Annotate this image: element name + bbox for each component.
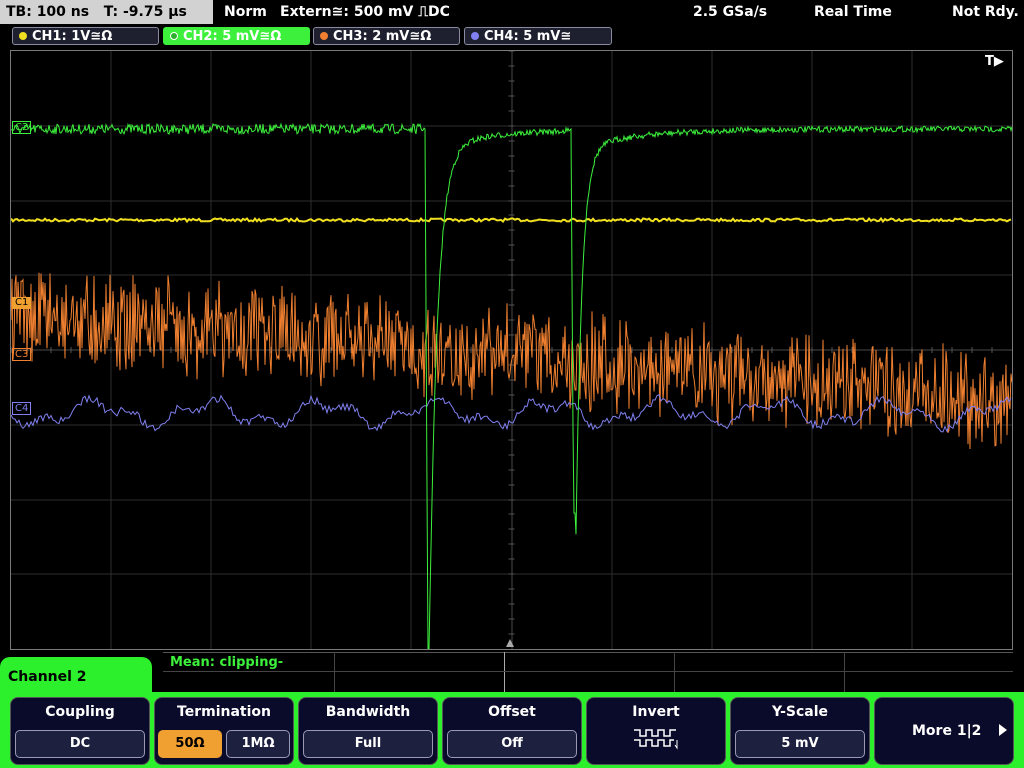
termination-1mohm-option[interactable]: 1MΩ [226, 730, 290, 758]
trigger-time-readout: T: -9.75 µs [103, 4, 187, 20]
ch2-offset-marker[interactable]: C2 [12, 121, 32, 134]
measurement-bar [163, 652, 1013, 693]
waveform-display[interactable]: C2 C1 C3 C4 T▶ [10, 50, 1013, 650]
meas-divider [674, 652, 675, 692]
trigger-mode[interactable]: Norm [224, 0, 267, 24]
channel-tab-ch4[interactable]: CH4: 5 mV≅ [464, 27, 612, 45]
yscale-title: Y-Scale [771, 704, 828, 720]
arrow-right-icon [999, 724, 1007, 736]
trigger-source[interactable]: Extern≅: 500 mV ⎍DC [280, 0, 450, 24]
sample-rate: 2.5 GSa/s [693, 4, 768, 20]
offset-value[interactable]: Off [447, 730, 577, 758]
coupling-value[interactable]: DC [15, 730, 145, 758]
ch1-offset-marker[interactable]: C1 [12, 297, 32, 309]
timebase-box[interactable]: TB: 100 ns T: -9.75 µs [0, 0, 213, 24]
trigger-position-marker: T▶ [985, 54, 1004, 69]
meas-divider [163, 671, 1013, 672]
ch1-dot-icon [19, 32, 27, 40]
termination-50ohm-option[interactable]: 50Ω [158, 730, 222, 758]
trigger-arrow-icon [506, 639, 514, 647]
ch3-offset-marker[interactable]: C3 [12, 348, 32, 361]
menu-title: Channel 2 [8, 669, 87, 685]
invert-title: Invert [632, 704, 680, 720]
channel-tab-ch3[interactable]: CH3: 2 mV≅Ω [313, 27, 460, 45]
more-label: More 1|2 [912, 723, 982, 739]
yscale-value[interactable]: 5 mV [735, 730, 865, 758]
measurement-readout: Mean: clipping- [170, 655, 284, 670]
offset-title: Offset [488, 704, 536, 720]
meas-divider [334, 652, 335, 692]
channel-tab-ch1[interactable]: CH1: 1V≅Ω [12, 27, 159, 45]
ch4-dot-icon [471, 32, 479, 40]
meas-divider [844, 652, 845, 692]
bandwidth-value[interactable]: Full [303, 730, 433, 758]
ch1-waveform [11, 216, 1012, 224]
termination-title: Termination [177, 704, 271, 720]
ch4-offset-marker[interactable]: C4 [12, 402, 32, 415]
acquisition-status: Not Rdy. [952, 4, 1019, 20]
coupling-title: Coupling [45, 704, 115, 720]
timebase-readout: TB: 100 ns [6, 4, 90, 20]
channel-tab-ch2[interactable]: CH2: 5 mV≅Ω [163, 27, 310, 45]
acquisition-mode: Real Time [814, 4, 892, 20]
bandwidth-title: Bandwidth [325, 704, 411, 720]
ch2-dot-icon [170, 32, 178, 40]
square-wave-icon [634, 729, 678, 750]
meas-divider [504, 652, 505, 692]
ch3-dot-icon [320, 32, 328, 40]
waveforms [11, 122, 1012, 649]
